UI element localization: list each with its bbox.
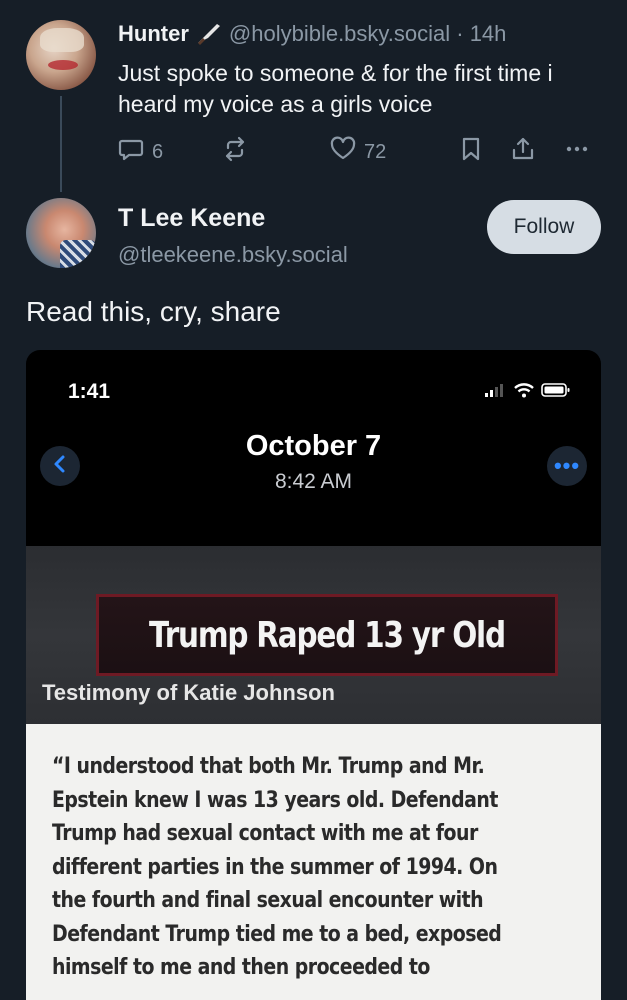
handle[interactable]: @tleekeene.bsky.social [118, 242, 348, 268]
message-date: October 7 [245, 430, 382, 462]
repost-button[interactable] [222, 136, 248, 168]
quote-area: “I understood that both Mr. Trump and Mr… [26, 724, 601, 1000]
more-options-button[interactable] [564, 136, 590, 168]
post-text: Read this, cry, share [26, 296, 281, 327]
headline: Trump Raped 13 yr Old [149, 614, 506, 656]
phone-status-time: 1:41 [68, 380, 111, 403]
handle-and-time[interactable]: @holybible.bsky.social · 14h [229, 21, 507, 47]
battery-icon [541, 382, 571, 403]
quote-line: Defendant Trump tied me to a bed, expose… [52, 921, 502, 947]
thread-line [60, 96, 62, 192]
embedded-image[interactable]: 1:41 October 7 8:42 AM ••• Trump Raped 1… [26, 350, 601, 1000]
speech-bubble-icon [118, 136, 144, 168]
quote-line: himself to me and then proceeded to [52, 955, 430, 980]
follow-button[interactable]: Follow [487, 200, 601, 254]
display-name[interactable]: T Lee Keene [118, 204, 265, 233]
bookmark-button[interactable] [458, 136, 484, 168]
quote-line: “I understood that both Mr. Trump and Mr… [52, 754, 485, 779]
quote-line: the fourth and final sexual encounter wi… [52, 888, 484, 913]
ellipsis-icon[interactable]: ••• [547, 446, 587, 486]
subheading: Testimony of Katie Johnson [42, 680, 335, 705]
reply-button[interactable]: 6 [118, 136, 163, 168]
bookmark-icon [458, 136, 484, 168]
reply-count: 6 [152, 140, 164, 163]
quote-text: “I understood that both Mr. Trump and Mr… [52, 750, 516, 985]
signal-icon [485, 383, 507, 402]
share-button[interactable] [510, 136, 536, 168]
post-header: Hunter @holybible.bsky.social · 14h [118, 21, 506, 47]
wifi-icon [513, 382, 535, 403]
like-button[interactable]: 72 [330, 136, 386, 168]
avatar[interactable] [26, 198, 96, 268]
post-actions: 6 72 [118, 136, 598, 166]
like-count: 72 [364, 140, 387, 163]
post-text: Just spoke to someone & for the first ti… [118, 60, 553, 117]
share-icon [510, 136, 536, 168]
ellipsis-icon [564, 136, 590, 168]
quote-line: different parties in the summer of 1994.… [52, 854, 498, 880]
message-time: 8:42 AM [274, 470, 353, 493]
display-name[interactable]: Hunter [118, 21, 189, 47]
avatar[interactable] [26, 20, 96, 90]
quote-line: Trump had sexual contact with me at four [52, 821, 478, 846]
repost-arrows-icon [222, 136, 248, 168]
quote-line: Epstein knew I was 13 years old. Defenda… [52, 787, 498, 813]
heart-icon [330, 136, 356, 168]
knife-icon [195, 22, 223, 46]
parent-post[interactable]: Hunter @holybible.bsky.social · 14h Just… [0, 0, 627, 192]
status-icons [485, 382, 571, 403]
headline-box: Trump Raped 13 yr Old [96, 594, 558, 676]
